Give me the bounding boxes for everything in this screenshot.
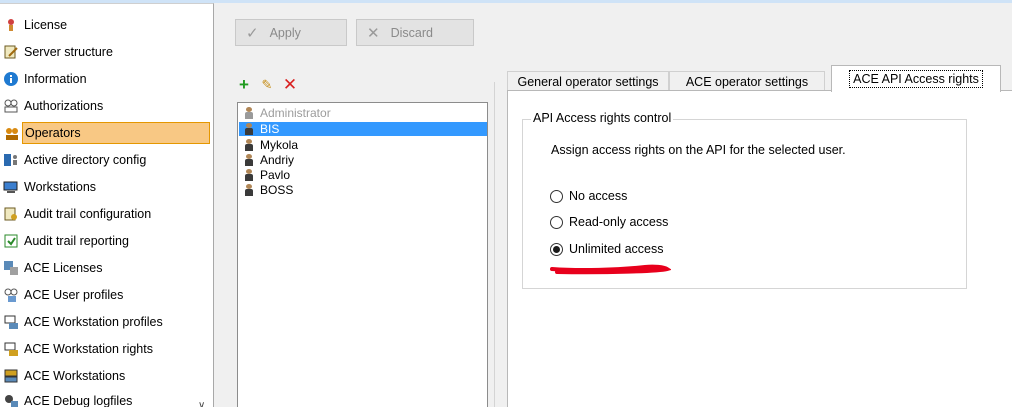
tab-label: ACE operator settings xyxy=(685,74,809,89)
chevron-down-icon[interactable]: ∨ xyxy=(198,400,205,407)
sidebar-item-ace-user-profiles[interactable]: ACE User profiles xyxy=(4,284,127,306)
sidebar-nav: License Server structure Information Aut… xyxy=(0,3,214,407)
sidebar-item-ace-licenses[interactable]: ACE Licenses xyxy=(4,257,107,279)
list-item[interactable]: Andriy xyxy=(239,152,487,167)
discard-label: Discard xyxy=(390,25,433,40)
ace-licenses-icon xyxy=(3,260,19,276)
ace-workstation-rights-icon xyxy=(3,341,19,357)
sidebar-item-label: ACE Licenses xyxy=(24,261,103,275)
list-item-label: Administrator xyxy=(260,105,331,120)
server-structure-icon xyxy=(3,44,19,60)
active-directory-icon xyxy=(3,152,19,168)
sidebar-item-label: Operators xyxy=(25,126,81,140)
user-icon xyxy=(244,168,254,181)
sidebar-item-ace-workstations[interactable]: ACE Workstations xyxy=(4,365,129,387)
list-item-label: Mykola xyxy=(260,137,299,152)
operators-icon xyxy=(4,126,20,142)
sidebar-item-label: License xyxy=(24,18,68,32)
sidebar-item-label: Workstations xyxy=(24,180,97,194)
sidebar-item-audit-reporting[interactable]: Audit trail reporting xyxy=(4,230,133,252)
groupbox-title: API Access rights control xyxy=(531,111,674,125)
list-item-label: BOSS xyxy=(260,182,294,197)
sidebar-item-label: ACE Workstations xyxy=(24,369,126,383)
sidebar-item-license[interactable]: License xyxy=(8,14,71,36)
sidebar-item-label: Authorizations xyxy=(24,99,104,113)
radio-button[interactable] xyxy=(550,242,563,256)
tab-ace-api-access-rights[interactable]: ACE API Access rights xyxy=(831,65,1001,92)
workstations-icon xyxy=(3,179,19,195)
sidebar-item-operators[interactable]: Operators xyxy=(6,122,210,144)
tab-ace-operator-settings[interactable]: ACE operator settings xyxy=(669,71,825,91)
radio-button[interactable] xyxy=(550,189,563,203)
sidebar-item-label: ACE Debug logfiles xyxy=(24,394,133,407)
tab-label: General operator settings xyxy=(517,74,659,89)
api-access-description: Assign access rights on the API for the … xyxy=(551,143,846,157)
sidebar-item-ace-debug[interactable]: ACE Debug logfiles xyxy=(5,390,136,407)
edit-icon[interactable]: ✎ xyxy=(259,77,275,93)
close-icon: ✕ xyxy=(367,24,380,42)
radio-label: No access xyxy=(569,189,628,203)
splitter[interactable] xyxy=(494,82,495,407)
ace-user-profiles-icon xyxy=(3,287,19,303)
sidebar-item-ace-workstation-profiles[interactable]: ACE Workstation profiles xyxy=(4,311,167,333)
list-item[interactable]: BIS xyxy=(239,122,487,136)
sidebar-item-label: ACE Workstation profiles xyxy=(24,315,163,329)
radio-read-only-access[interactable]: Read-only access xyxy=(550,215,668,229)
tab-general-operator-settings[interactable]: General operator settings xyxy=(507,71,669,91)
license-icon xyxy=(3,17,19,33)
sidebar-item-server-structure[interactable]: Server structure xyxy=(4,41,117,63)
list-item-label: Pavlo xyxy=(260,167,291,182)
user-icon xyxy=(244,123,254,135)
sidebar-item-workstations[interactable]: Workstations xyxy=(3,176,100,198)
ace-workstations-icon xyxy=(3,368,19,384)
red-underline-annotation xyxy=(550,264,671,275)
sidebar-item-label: Audit trail configuration xyxy=(24,207,152,221)
user-icon xyxy=(244,138,254,151)
sidebar-item-authorizations[interactable]: Authorizations xyxy=(4,95,107,117)
sidebar-item-label: Active directory config xyxy=(24,153,147,167)
user-icon xyxy=(244,106,254,119)
sidebar-item-label: Audit trail reporting xyxy=(24,234,129,248)
info-icon xyxy=(3,71,19,87)
authorizations-icon xyxy=(3,98,19,114)
discard-button[interactable]: ✕ Discard xyxy=(356,19,474,46)
sidebar-item-information[interactable]: Information xyxy=(4,68,91,90)
apply-button[interactable]: ✓ Apply xyxy=(235,19,347,46)
list-item[interactable]: Mykola xyxy=(239,137,487,152)
ace-debug-icon xyxy=(3,393,19,407)
apply-label: Apply xyxy=(269,25,301,40)
list-item-label: BIS xyxy=(260,122,280,136)
list-item[interactable]: Administrator xyxy=(239,105,487,120)
operators-list: Administrator BIS Mykola Andriy Pavlo BO… xyxy=(237,102,488,407)
radio-button[interactable] xyxy=(550,215,563,229)
sidebar-item-ace-workstation-rights[interactable]: ACE Workstation rights xyxy=(4,338,157,360)
add-icon[interactable]: + xyxy=(236,76,252,93)
list-item[interactable]: Pavlo xyxy=(239,167,487,182)
audit-config-icon xyxy=(3,206,19,222)
list-item-label: Andriy xyxy=(260,152,295,167)
sidebar-item-active-directory[interactable]: Active directory config xyxy=(4,149,150,171)
radio-unlimited-access[interactable]: Unlimited access xyxy=(550,242,663,256)
audit-reporting-icon xyxy=(3,233,19,249)
sidebar-item-label: ACE Workstation rights xyxy=(24,342,153,356)
user-icon xyxy=(244,183,254,196)
user-icon xyxy=(244,153,254,166)
main-panel: ✓ Apply ✕ Discard + ✎ ✕ Administrator BI… xyxy=(214,3,1012,407)
operators-toolbar: + ✎ ✕ xyxy=(236,76,298,93)
list-item[interactable]: BOSS xyxy=(239,182,487,197)
sidebar-item-label: Information xyxy=(24,72,87,86)
sidebar-item-label: Server structure xyxy=(24,45,113,59)
checkmark-icon: ✓ xyxy=(246,24,259,42)
radio-label: Read-only access xyxy=(569,215,669,229)
delete-icon[interactable]: ✕ xyxy=(282,76,298,93)
radio-label: Unlimited access xyxy=(569,242,664,256)
ace-workstation-profiles-icon xyxy=(3,314,19,330)
tab-label: ACE API Access rights xyxy=(849,70,983,88)
sidebar-item-label: ACE User profiles xyxy=(24,288,124,302)
radio-no-access[interactable]: No access xyxy=(550,189,627,203)
sidebar-item-audit-config[interactable]: Audit trail configuration xyxy=(4,203,155,225)
